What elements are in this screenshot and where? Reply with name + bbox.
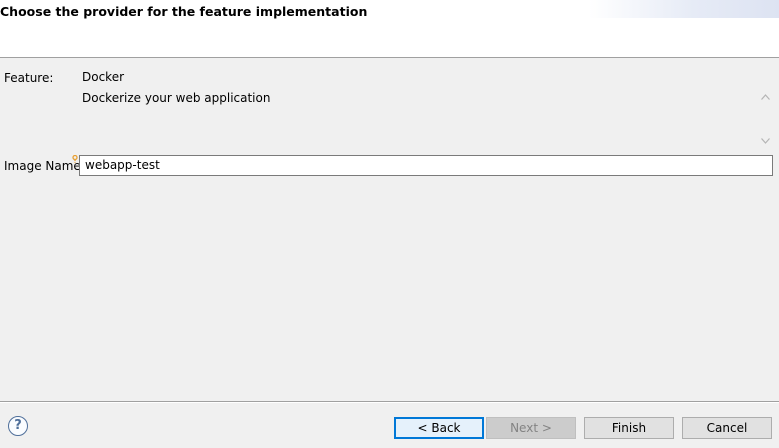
feature-description: Dockerize your web application bbox=[82, 91, 271, 105]
chevron-down-icon[interactable] bbox=[757, 133, 774, 150]
description-scrollbar[interactable] bbox=[757, 89, 774, 150]
wizard-dialog: Choose the provider for the feature impl… bbox=[0, 0, 779, 448]
feature-label: Feature: bbox=[4, 71, 54, 85]
finish-button[interactable]: Finish bbox=[584, 417, 674, 439]
wizard-header: Choose the provider for the feature impl… bbox=[0, 0, 779, 58]
cancel-button[interactable]: Cancel bbox=[682, 417, 772, 439]
chevron-up-icon[interactable] bbox=[757, 89, 774, 106]
back-button[interactable]: < Back bbox=[394, 417, 484, 439]
next-button[interactable]: Next > bbox=[486, 417, 576, 439]
required-field-icon bbox=[72, 152, 78, 163]
image-name-input[interactable] bbox=[79, 155, 773, 176]
feature-value: Docker bbox=[82, 70, 125, 84]
header-banner-gradient bbox=[589, 0, 779, 18]
footer-divider bbox=[0, 401, 779, 403]
page-title: Choose the provider for the feature impl… bbox=[0, 4, 368, 19]
question-mark-icon[interactable]: ? bbox=[8, 416, 28, 436]
